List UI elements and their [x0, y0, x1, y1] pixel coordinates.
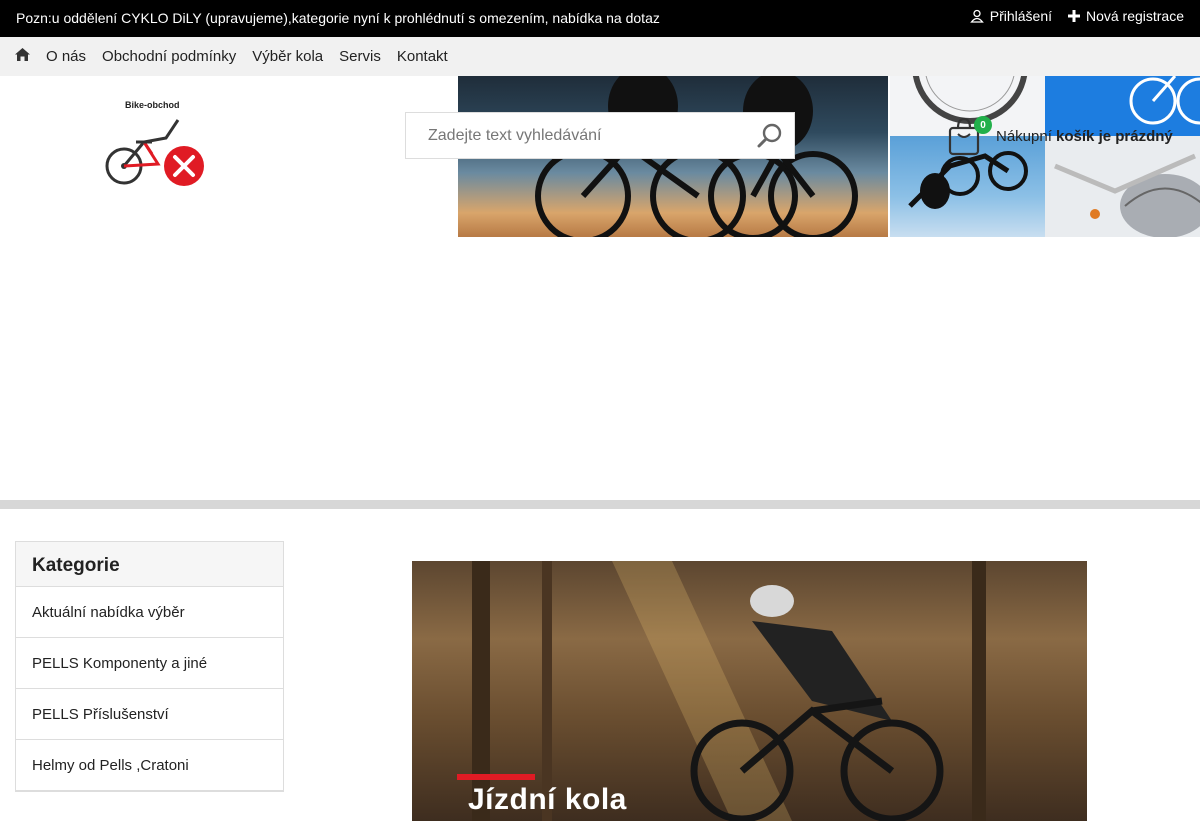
category-item-aktualni-nabidka[interactable]: Aktuální nabídka výběr — [16, 587, 283, 638]
nav-item-kontakt[interactable]: Kontakt — [397, 48, 448, 65]
hero-banner[interactable]: Jízdní kola — [412, 561, 1087, 821]
register-label: Nová registrace — [1085, 8, 1184, 24]
category-sidebar: Kategorie Aktuální nabídka výběr PELLS K… — [15, 541, 284, 792]
login-link[interactable]: Přihlášení — [969, 8, 1052, 24]
cart-count-badge: 0 — [974, 116, 992, 134]
login-label: Přihlášení — [989, 8, 1052, 24]
plus-icon — [1067, 10, 1080, 22]
cart-label: Nákupní košík je prázdný — [996, 128, 1173, 145]
category-title: Kategorie — [16, 542, 283, 587]
hero-title: Jízdní kola — [468, 783, 627, 816]
cart-label-prefix: Nákupní — [996, 127, 1052, 145]
header: Bike-obchod Zadejte text vyhledávání 0 N… — [0, 76, 1200, 237]
logo-text: Bike-obchod — [125, 100, 180, 110]
nav-item-o-nas[interactable]: O nás — [46, 48, 86, 65]
cart-status: košík je prázdný — [1056, 127, 1173, 145]
category-item-pells-komponenty[interactable]: PELLS Komponenty a jiné — [16, 638, 283, 689]
main-nav: O nás Obchodní podmínky Výběr kola Servi… — [0, 37, 1200, 76]
nav-item-obchodni-podminky[interactable]: Obchodní podmínky — [102, 48, 236, 65]
search-box — [405, 112, 795, 159]
logo[interactable]: Bike-obchod — [100, 98, 210, 188]
home-icon[interactable] — [15, 48, 30, 65]
register-link[interactable]: Nová registrace — [1067, 8, 1184, 24]
nav-item-vyber-kola[interactable]: Výběr kola — [252, 48, 323, 65]
cart-widget[interactable]: 0 Nákupní košík je prázdný — [948, 116, 1173, 156]
section-divider — [0, 500, 1200, 509]
notice-text: Pozn:u oddělení CYKLO DiLY (upravujeme),… — [16, 10, 660, 26]
shopping-bag-icon: 0 — [948, 116, 992, 156]
search-input[interactable] — [406, 126, 736, 145]
bike-logo-icon — [105, 119, 204, 186]
nav-item-servis[interactable]: Servis — [339, 48, 381, 65]
category-item-pells-prislusenstvi[interactable]: PELLS Příslušenství — [16, 689, 283, 740]
search-icon[interactable] — [756, 122, 784, 150]
top-bar: Pozn:u oddělení CYKLO DiLY (upravujeme),… — [0, 0, 1200, 37]
user-icon — [969, 9, 984, 23]
hero-accent-bar — [457, 774, 535, 780]
category-item-helmy[interactable]: Helmy od Pells ,Cratoni — [16, 740, 283, 791]
hero-image — [472, 561, 986, 821]
